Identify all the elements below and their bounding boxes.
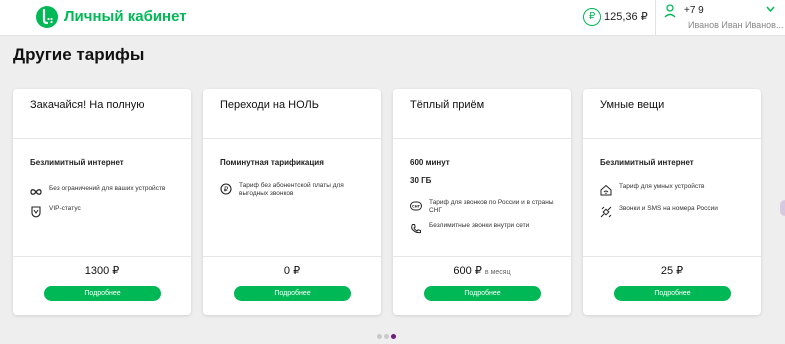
- pagination-dot[interactable]: [384, 334, 389, 339]
- tariff-price: 1300 ₽: [13, 264, 191, 277]
- infinity-icon: [30, 189, 42, 195]
- feature-text: Безлимитные звонки внутри сети: [429, 222, 530, 229]
- logo-icon[interactable]: [36, 6, 58, 28]
- ruble-coin-icon: ₽: [220, 183, 232, 195]
- tariff-card: Умные вещи Безлимитный интернет Тариф дл…: [583, 89, 761, 315]
- account-name[interactable]: Иванов Иван Иванов...: [688, 20, 783, 30]
- tariff-headline: Поминутная тарификация: [220, 158, 324, 167]
- svg-text:₽: ₽: [224, 186, 229, 194]
- divider: [393, 256, 571, 257]
- tariff-headline: 600 минут: [410, 158, 450, 167]
- price-value: 0 ₽: [283, 265, 301, 277]
- phone-icon: [411, 224, 421, 234]
- tariff-title: Умные вещи: [600, 99, 665, 111]
- feature-item: VIP-статус: [30, 205, 180, 218]
- vip-badge-icon: [31, 206, 41, 218]
- tariff-price: 600 ₽ в месяц: [393, 264, 571, 277]
- user-icon[interactable]: [664, 4, 676, 18]
- carousel-next-handle[interactable]: [780, 200, 785, 216]
- tariff-headline-2: 30 ГБ: [410, 176, 432, 185]
- price-period: в месяц: [484, 269, 511, 276]
- feature-text: Тариф для звонков по России и в страны С…: [429, 199, 554, 214]
- details-button[interactable]: Подробнее: [44, 286, 161, 301]
- svg-text:СНГ: СНГ: [412, 205, 421, 209]
- divider: [583, 256, 761, 257]
- brand-title[interactable]: Личный кабинет: [64, 8, 187, 25]
- tariff-price: 0 ₽: [203, 264, 381, 277]
- account-phone[interactable]: +7 9: [684, 5, 704, 16]
- divider: [203, 256, 381, 257]
- tariff-card: Тёплый приём 600 минут 30 ГБ СНГ Тариф д…: [393, 89, 571, 315]
- divider: [13, 138, 191, 139]
- divider: [203, 138, 381, 139]
- price-value: 600 ₽: [453, 265, 482, 277]
- chevron-down-icon[interactable]: [766, 6, 775, 12]
- carousel-pagination: [377, 326, 398, 339]
- pagination-dot[interactable]: [377, 334, 382, 339]
- feature-item: ₽ Тариф без абонентской платы для выгодн…: [220, 182, 370, 198]
- tariff-card: Переходи на НОЛЬ Поминутная тарификация …: [203, 89, 381, 315]
- feature-item: СНГ Тариф для звонков по России и в стра…: [410, 199, 560, 215]
- tariff-price: 25 ₽: [583, 264, 761, 277]
- feature-item: Без ограничений для ваших устройств: [30, 185, 180, 198]
- divider: [583, 138, 761, 139]
- details-button[interactable]: Подробнее: [234, 286, 351, 301]
- feature-item: Безлимитные звонки внутри сети: [410, 222, 560, 235]
- tariff-title: Тёплый приём: [410, 99, 485, 111]
- tariff-card: Закачайся! На полную Безлимитный интерне…: [13, 89, 191, 315]
- divider: [393, 138, 571, 139]
- ruble-circle-icon[interactable]: ₽: [583, 8, 601, 26]
- sng-icon: СНГ: [410, 201, 422, 211]
- details-button[interactable]: Подробнее: [424, 286, 541, 301]
- divider: [13, 256, 191, 257]
- page-title: Другие тарифы: [13, 45, 145, 64]
- tariff-headline: Безлимитный интернет: [30, 158, 124, 167]
- header-divider: [655, 0, 656, 35]
- feature-text: VIP-статус: [49, 205, 81, 212]
- feature-text: Без ограничений для ваших устройств: [49, 185, 166, 192]
- feature-item: Звонки и SMS на номера России: [600, 205, 750, 218]
- tariff-headline: Безлимитный интернет: [600, 158, 694, 167]
- top-bar: Личный кабинет ₽ 125,36 ₽ +7 9 Иванов Ив…: [0, 0, 785, 36]
- balance-amount[interactable]: 125,36 ₽: [604, 10, 648, 23]
- satellite-icon: [600, 206, 612, 218]
- smart-home-icon: [600, 184, 612, 196]
- details-button[interactable]: Подробнее: [614, 286, 731, 301]
- price-value: 1300 ₽: [84, 265, 120, 277]
- feature-item: Тариф для умных устройств: [600, 183, 750, 196]
- pagination-dot-active[interactable]: [391, 334, 396, 339]
- feature-text: Звонки и SMS на номера России: [619, 205, 718, 212]
- tariff-title: Закачайся! На полную: [30, 99, 145, 111]
- tariff-title: Переходи на НОЛЬ: [220, 99, 319, 111]
- price-value: 25 ₽: [660, 265, 684, 277]
- feature-text: Тариф для умных устройств: [619, 183, 705, 190]
- feature-text: Тариф без абонентской платы для выгодных…: [239, 182, 344, 197]
